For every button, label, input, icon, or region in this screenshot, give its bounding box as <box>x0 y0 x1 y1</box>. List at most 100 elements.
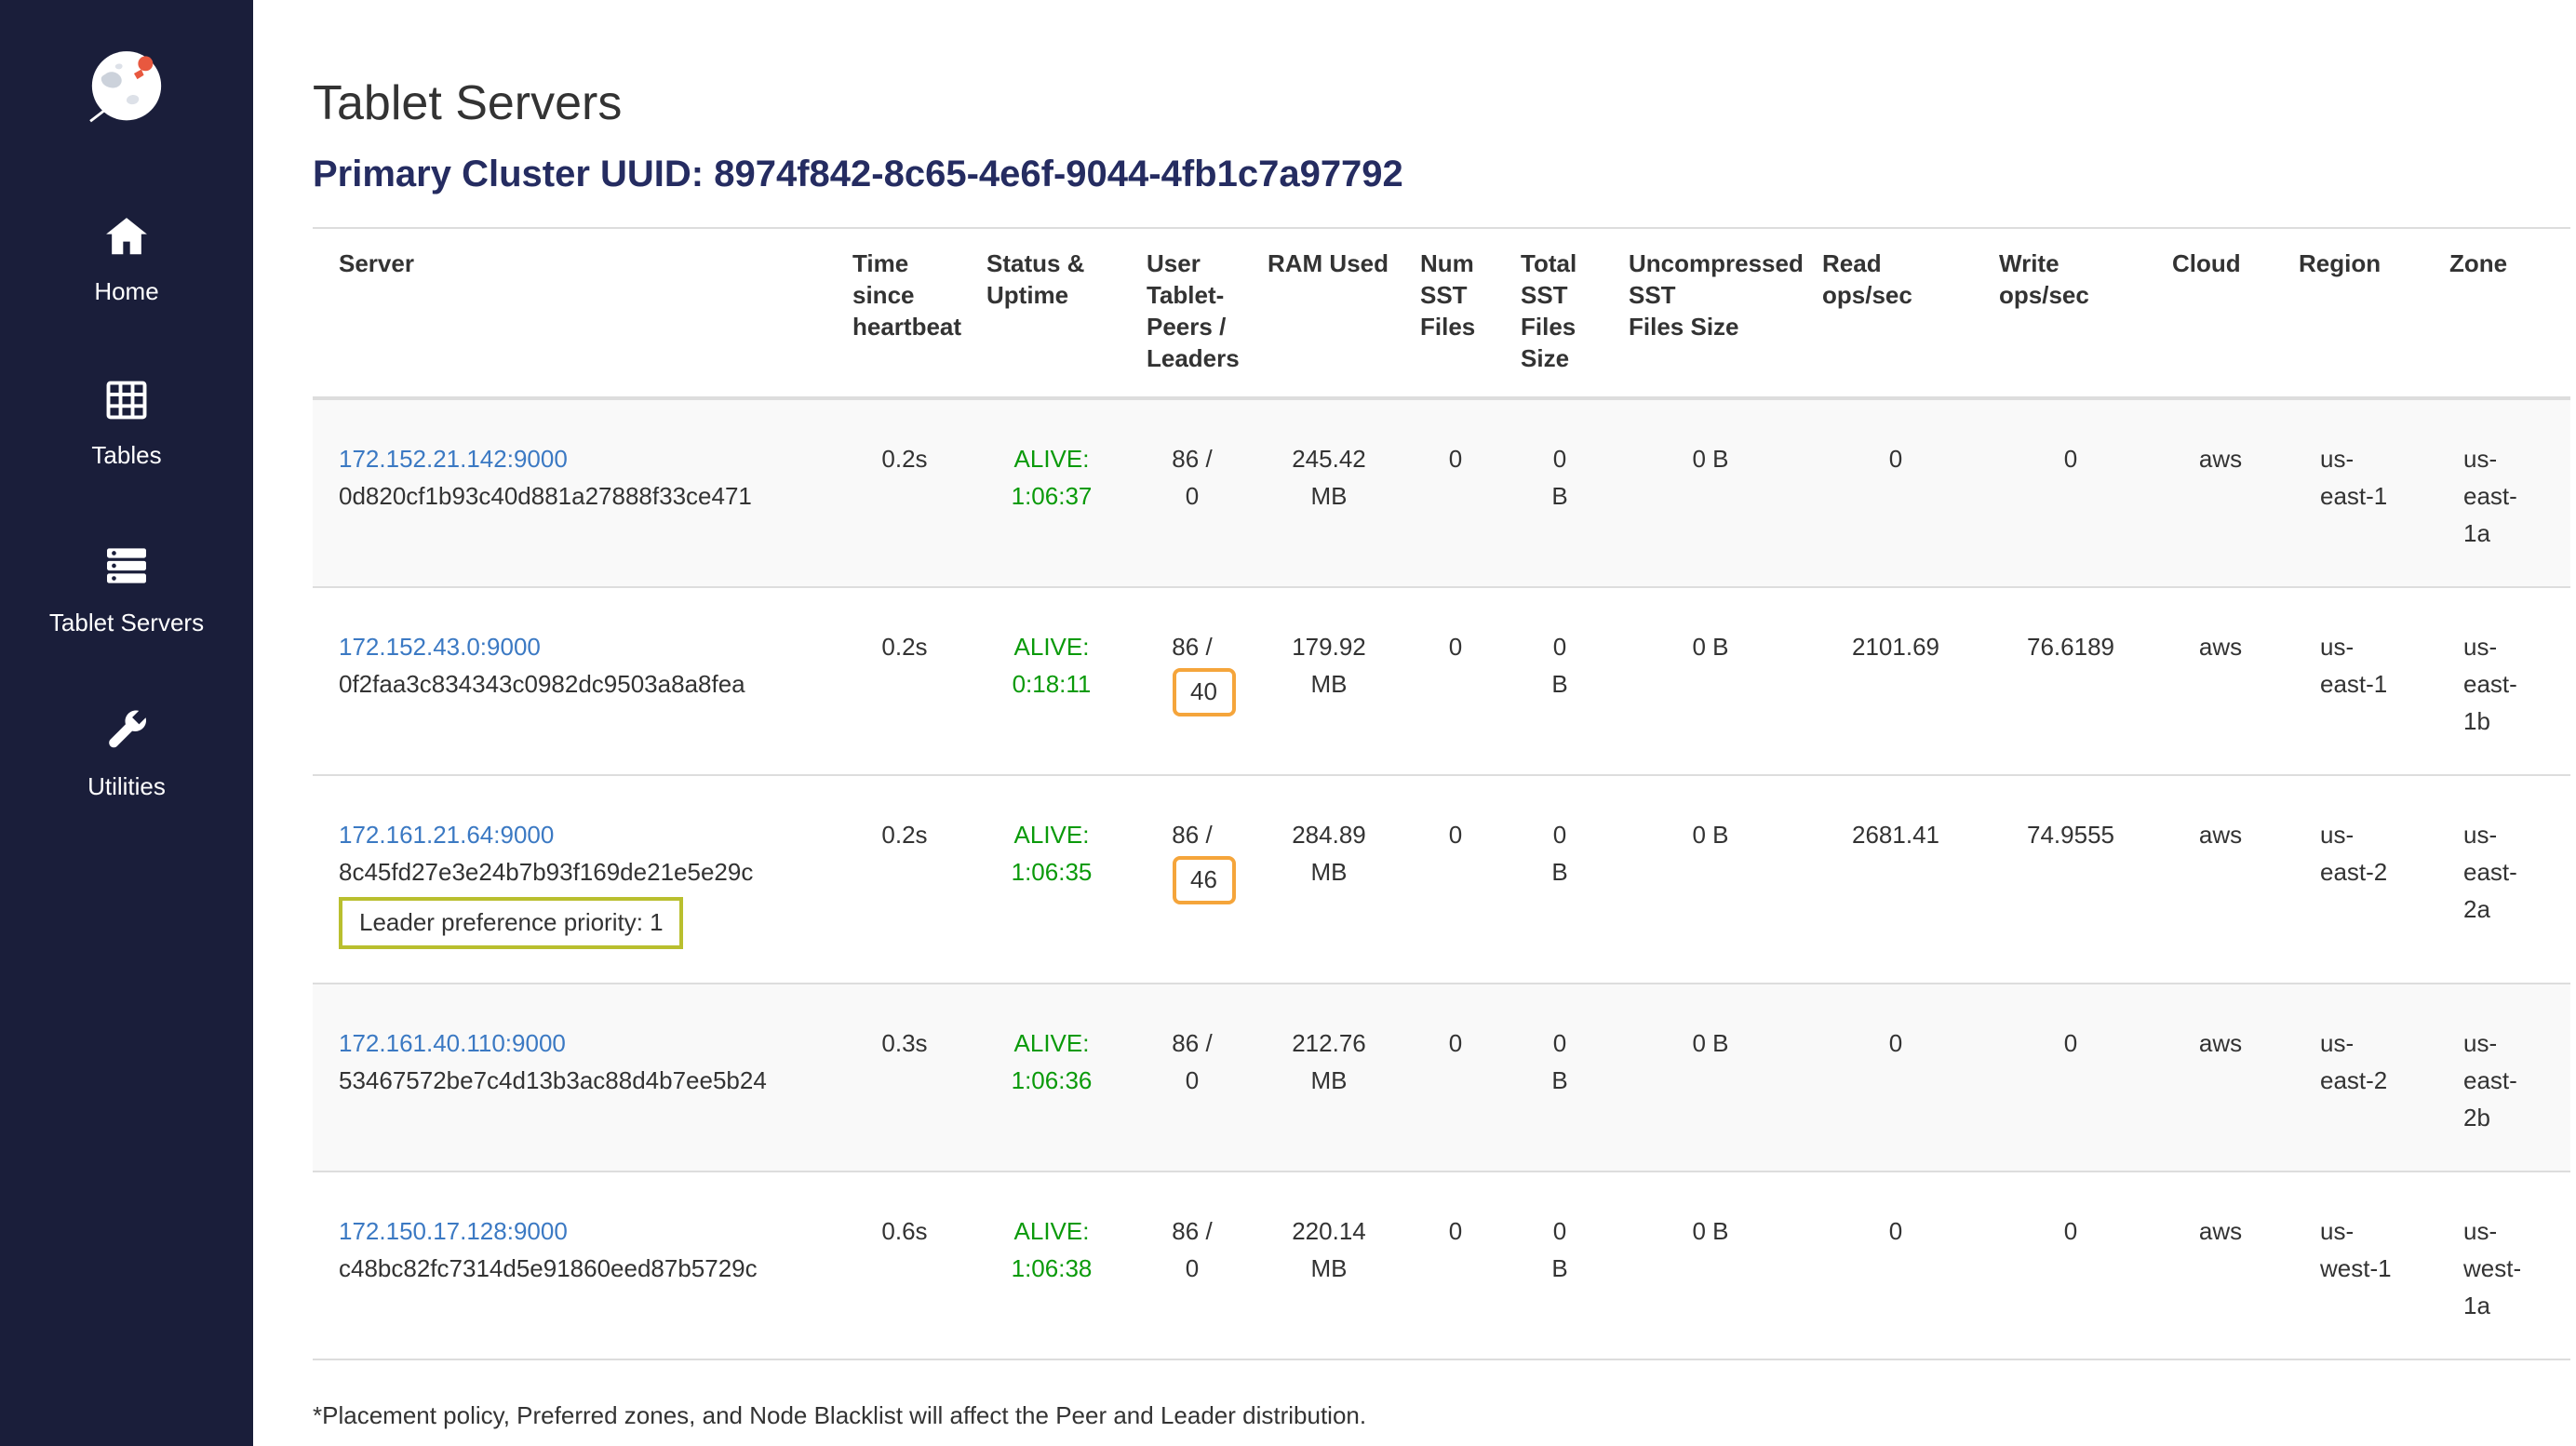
cloud-cell: aws <box>2157 398 2284 587</box>
leaders-count: 0 <box>1186 1066 1199 1094</box>
table-row: 172.161.21.64:9000 8c45fd27e3e24b7b93f16… <box>313 775 2570 984</box>
read-ops-cell: 0 <box>1807 398 1984 587</box>
server-cell: 172.152.21.142:9000 0d820cf1b93c40d881a2… <box>313 398 838 587</box>
peers-count: 86 <box>1172 821 1199 849</box>
zone-cell: us-west-1a <box>2435 1172 2570 1359</box>
zone-cell: us-east-1a <box>2435 398 2570 587</box>
table-header-row: Server Time since heartbeat Status & Upt… <box>313 228 2570 398</box>
region-cell: us-east-2 <box>2284 984 2435 1172</box>
status-cell: ALIVE: 1:06:35 <box>972 775 1132 984</box>
peers-count: 86 <box>1172 1217 1199 1245</box>
region-cell: us-east-2 <box>2284 775 2435 984</box>
peers-separator: / <box>1205 1217 1212 1245</box>
heartbeat-cell: 0.2s <box>838 587 972 775</box>
uncompressed-sst-size-cell: 0 B <box>1614 775 1807 984</box>
table-row: 172.152.43.0:9000 0f2faa3c834343c0982dc9… <box>313 587 2570 775</box>
server-cell: 172.161.40.110:9000 53467572be7c4d13b3ac… <box>313 984 838 1172</box>
region-cell: us-east-1 <box>2284 398 2435 587</box>
status-cell: ALIVE: 1:06:36 <box>972 984 1132 1172</box>
peers-count: 86 <box>1172 445 1199 473</box>
write-ops-cell: 0 <box>1984 984 2157 1172</box>
table-row: 172.161.40.110:9000 53467572be7c4d13b3ac… <box>313 984 2570 1172</box>
sidebar-item-label: Tables <box>91 441 161 469</box>
num-sst-cell: 0 <box>1405 775 1506 984</box>
server-cell: 172.161.21.64:9000 8c45fd27e3e24b7b93f16… <box>313 775 838 984</box>
write-ops-cell: 0 <box>1984 1172 2157 1359</box>
server-link[interactable]: 172.152.43.0:9000 <box>339 629 541 666</box>
leaders-count-highlighted: 40 <box>1172 668 1236 716</box>
col-uncompressed-sst-size: Uncompressed SST Files Size <box>1614 228 1807 398</box>
utilities-wrench-icon <box>102 707 151 761</box>
page: Home Tables Tablet Servers Utilities <box>0 0 2576 1446</box>
peers-count: 86 <box>1172 633 1199 661</box>
write-ops-cell: 0 <box>1984 398 2157 587</box>
num-sst-cell: 0 <box>1405 398 1506 587</box>
cloud-cell: aws <box>2157 1172 2284 1359</box>
server-cell: 172.150.17.128:9000 c48bc82fc7314d5e9186… <box>313 1172 838 1359</box>
status-cell: ALIVE: 0:18:11 <box>972 587 1132 775</box>
zone-cell: us-east-2a <box>2435 775 2570 984</box>
col-num-sst-files: Num SST Files <box>1405 228 1506 398</box>
server-link[interactable]: 172.161.40.110:9000 <box>339 1025 566 1063</box>
peers-separator: / <box>1205 821 1212 849</box>
placement-note: *Placement policy, Preferred zones, and … <box>313 1401 2576 1429</box>
read-ops-cell: 2101.69 <box>1807 587 1984 775</box>
sidebar-item-tablet-servers[interactable]: Tablet Servers <box>49 540 204 636</box>
leaders-count: 0 <box>1186 1254 1199 1282</box>
ram-cell: 245.42 MB <box>1253 398 1405 587</box>
sidebar-nav: Home Tables Tablet Servers Utilities <box>49 212 204 800</box>
server-cell: 172.152.43.0:9000 0f2faa3c834343c0982dc9… <box>313 587 838 775</box>
server-link[interactable]: 172.150.17.128:9000 <box>339 1213 568 1251</box>
read-ops-cell: 0 <box>1807 1172 1984 1359</box>
sidebar-item-label: Utilities <box>87 772 166 800</box>
uncompressed-sst-size-cell: 0 B <box>1614 1172 1807 1359</box>
table-row: 172.150.17.128:9000 c48bc82fc7314d5e9186… <box>313 1172 2570 1359</box>
zone-cell: us-east-2b <box>2435 984 2570 1172</box>
uncompressed-sst-size-cell: 0 B <box>1614 984 1807 1172</box>
col-ram-used: RAM Used <box>1253 228 1405 398</box>
sidebar-item-home[interactable]: Home <box>94 212 158 305</box>
region-cell: us-west-1 <box>2284 1172 2435 1359</box>
sidebar-item-label: Home <box>94 277 158 305</box>
tables-icon <box>102 376 151 430</box>
leaders-count-highlighted: 46 <box>1172 856 1236 904</box>
write-ops-cell: 76.6189 <box>1984 587 2157 775</box>
sidebar-item-utilities[interactable]: Utilities <box>87 707 166 800</box>
tablet-servers-icon <box>101 540 153 597</box>
col-zone: Zone <box>2435 228 2570 398</box>
write-ops-cell: 74.9555 <box>1984 775 2157 984</box>
col-write-ops: Write ops/sec <box>1984 228 2157 398</box>
status-cell: ALIVE: 1:06:37 <box>972 398 1132 587</box>
uncompressed-sst-size-cell: 0 B <box>1614 587 1807 775</box>
sidebar-item-label: Tablet Servers <box>49 609 204 636</box>
server-uuid: c48bc82fc7314d5e91860eed87b5729c <box>339 1251 823 1288</box>
ram-cell: 179.92 MB <box>1253 587 1405 775</box>
yugabyte-logo[interactable] <box>84 45 169 130</box>
peers-leaders-cell: 86 / 40 <box>1132 587 1253 775</box>
server-uuid: 0d820cf1b93c40d881a27888f33ce471 <box>339 478 823 515</box>
uncompressed-sst-size-cell: 0 B <box>1614 398 1807 587</box>
total-sst-size-cell: 0 B <box>1506 984 1614 1172</box>
server-uuid: 0f2faa3c834343c0982dc9503a8a8fea <box>339 666 823 703</box>
sidebar-item-tables[interactable]: Tables <box>91 376 161 469</box>
cloud-cell: aws <box>2157 984 2284 1172</box>
server-uuid: 8c45fd27e3e24b7b93f169de21e5e29c <box>339 854 823 891</box>
table-row: 172.152.21.142:9000 0d820cf1b93c40d881a2… <box>313 398 2570 587</box>
server-link[interactable]: 172.152.21.142:9000 <box>339 441 568 478</box>
peers-leaders-cell: 86 / 0 <box>1132 1172 1253 1359</box>
total-sst-size-cell: 0 B <box>1506 398 1614 587</box>
peers-leaders-cell: 86 / 46 <box>1132 775 1253 984</box>
heartbeat-cell: 0.2s <box>838 775 972 984</box>
sidebar: Home Tables Tablet Servers Utilities <box>0 0 253 1446</box>
heartbeat-cell: 0.3s <box>838 984 972 1172</box>
col-tablet-peers: User Tablet- Peers / Leaders <box>1132 228 1253 398</box>
num-sst-cell: 0 <box>1405 587 1506 775</box>
read-ops-cell: 0 <box>1807 984 1984 1172</box>
total-sst-size-cell: 0 B <box>1506 587 1614 775</box>
home-icon <box>102 212 151 266</box>
ram-cell: 212.76 MB <box>1253 984 1405 1172</box>
peers-count: 86 <box>1172 1029 1199 1057</box>
col-heartbeat: Time since heartbeat <box>838 228 972 398</box>
server-link[interactable]: 172.161.21.64:9000 <box>339 817 554 854</box>
read-ops-cell: 2681.41 <box>1807 775 1984 984</box>
